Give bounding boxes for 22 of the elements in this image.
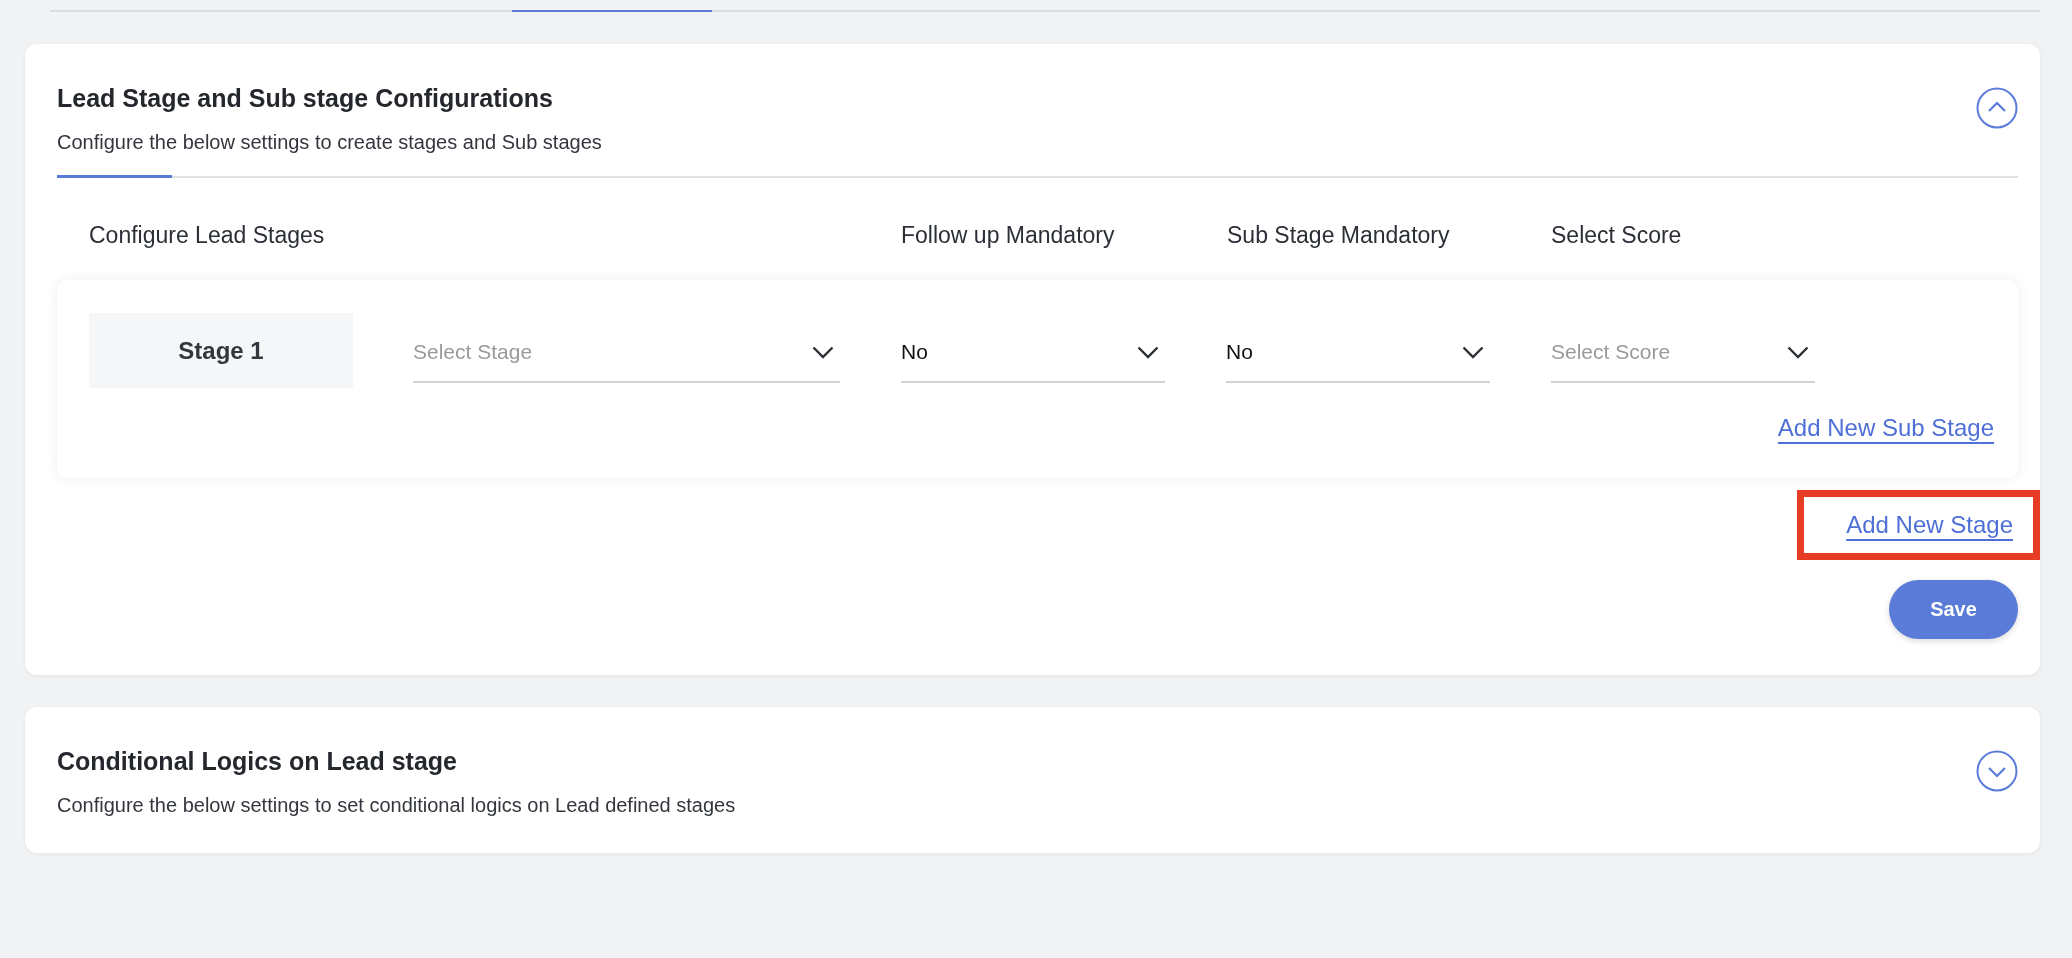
column-heading: Follow up Mandatory <box>901 222 1116 250</box>
section-subtitle: Configure the below settings to create stages and Sub stages <box>57 131 602 154</box>
chevron-down-icon <box>1787 345 1809 359</box>
dropdown-field[interactable]: No <box>1226 331 1490 383</box>
dropdown-field[interactable]: Select Stage <box>413 331 840 383</box>
section-subtitle: Configure the below settings to set conditional logics on Lead defined stages <box>57 794 736 817</box>
column-heading: Sub Stage Mandatory <box>1227 222 1451 250</box>
dropdown-field[interactable]: No <box>901 331 1165 383</box>
collapse-icon[interactable] <box>1976 87 2018 129</box>
chevron-down-icon <box>1462 345 1484 359</box>
column-heading: Select Score <box>1551 222 1682 250</box>
dropdown-field[interactable]: Select Score <box>1551 331 1815 383</box>
chevron-down-icon <box>812 345 834 359</box>
section-title: Conditional Logics on Lead stage <box>57 747 459 776</box>
add-stage-link[interactable]: Add New Stage <box>1846 511 2013 538</box>
chevron-down-icon <box>1137 345 1159 359</box>
add-sub-stage-link[interactable]: Add New Sub Stage <box>1777 414 1994 442</box>
stage-label: Stage 1 <box>89 313 353 388</box>
column-heading: Configure Lead Stages <box>89 222 326 250</box>
save-button[interactable]: Save <box>1889 580 2018 639</box>
expand-icon[interactable] <box>1976 750 2018 792</box>
section-title: Lead Stage and Sub stage Configurations <box>57 84 554 113</box>
